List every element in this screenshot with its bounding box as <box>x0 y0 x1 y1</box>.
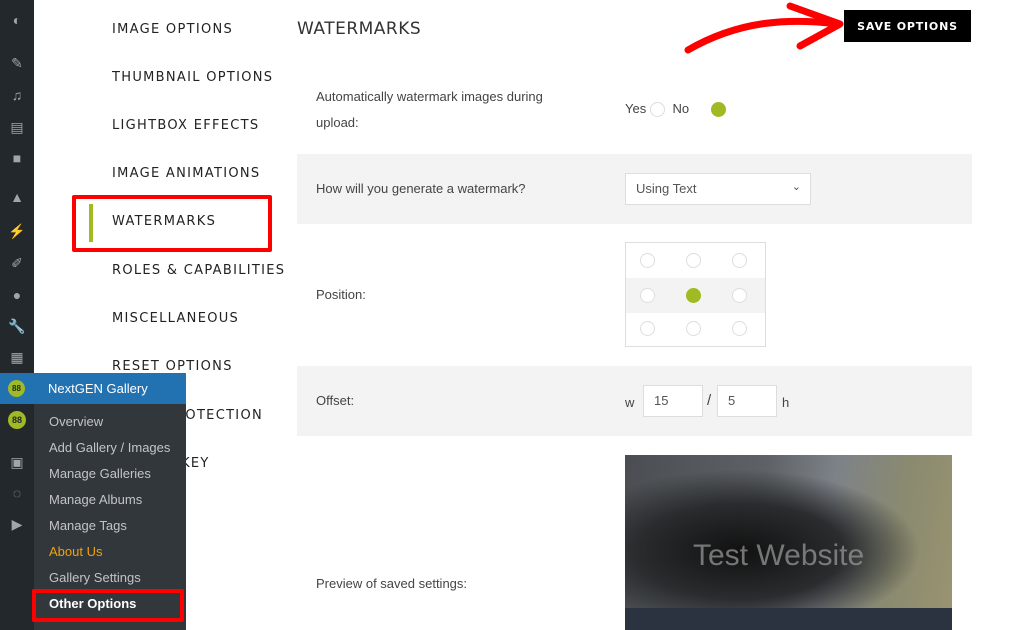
nav-thumbnail-options[interactable]: THUMBNAIL OPTIONS <box>112 70 273 85</box>
method-value: Using Text <box>636 181 697 196</box>
position-grid <box>625 242 766 347</box>
method-label: How will you generate a watermark? <box>316 181 526 196</box>
menu-manage-galleries[interactable]: Manage Galleries <box>49 466 151 481</box>
image-icon[interactable]: ▣ <box>8 453 26 471</box>
brush-icon[interactable]: ✐ <box>8 254 26 272</box>
pos-top-center[interactable] <box>686 253 701 268</box>
pos-top-right[interactable] <box>732 253 747 268</box>
nav-image-animations[interactable]: IMAGE ANIMATIONS <box>112 166 260 181</box>
wp-admin-sidebar: ◐ ✎ ♫ ▤ ■ ▲ ⚡ ✐ ● 🔧 ▦ 88 ▣ ◌ ▶ <box>0 0 34 630</box>
highlight-box-other-options <box>32 589 184 622</box>
settings-icon[interactable]: ▦ <box>8 348 26 366</box>
yes-label: Yes <box>625 101 647 116</box>
offset-w-input[interactable]: 15 <box>643 385 703 417</box>
menu-gallery-settings[interactable]: Gallery Settings <box>49 570 141 585</box>
highlight-box <box>72 195 272 252</box>
dashboard-icon[interactable]: ◐ <box>8 11 26 29</box>
nav-miscellaneous[interactable]: MISCELLANEOUS <box>112 311 239 326</box>
row-preview: Preview of saved settings: Test Website <box>297 436 972 630</box>
nextgen-menu-title: NextGEN Gallery <box>48 381 148 396</box>
menu-manage-albums[interactable]: Manage Albums <box>49 492 142 507</box>
pin-icon[interactable]: ✎ <box>8 54 26 72</box>
pos-middle-left[interactable] <box>640 288 655 303</box>
menu-overview[interactable]: Overview <box>49 414 103 429</box>
no-radio[interactable] <box>710 102 726 118</box>
watermark-preview-image: Test Website <box>625 455 952 630</box>
chevron-down-icon: ⌄ <box>791 181 801 193</box>
nav-image-options[interactable]: IMAGE OPTIONS <box>112 22 233 37</box>
yes-radio[interactable] <box>649 102 665 118</box>
menu-manage-tags[interactable]: Manage Tags <box>49 518 127 533</box>
users-icon[interactable]: ● <box>8 286 26 304</box>
save-options-button[interactable]: SAVE OPTIONS <box>844 10 971 42</box>
w-label: w <box>625 395 635 410</box>
nav-lightbox-effects[interactable]: LIGHTBOX EFFECTS <box>112 118 259 133</box>
offset-h-input[interactable]: 5 <box>717 385 777 417</box>
media-icon[interactable]: ♫ <box>8 86 26 104</box>
plugins-icon[interactable]: ⚡ <box>8 222 26 240</box>
sync-icon[interactable]: ◌ <box>8 484 26 502</box>
row-method: How will you generate a watermark? Using… <box>297 154 972 224</box>
comments-icon[interactable]: ■ <box>8 149 26 167</box>
pos-top-left[interactable] <box>640 253 655 268</box>
preview-label: Preview of saved settings: <box>316 576 468 591</box>
no-label: No <box>672 101 690 116</box>
offset-label: Offset: <box>316 393 355 408</box>
auto-watermark-label: Automatically watermark images during up… <box>316 89 543 130</box>
appearance-icon[interactable]: ▲ <box>8 188 26 206</box>
tools-icon[interactable]: 🔧 <box>8 317 26 335</box>
h-label: h <box>782 395 790 410</box>
pos-middle-center[interactable] <box>686 288 701 303</box>
method-select[interactable]: Using Text ⌄ <box>625 173 811 205</box>
menu-add-gallery[interactable]: Add Gallery / Images <box>49 440 170 455</box>
row-offset: Offset: w 15 / 5 h <box>297 366 972 436</box>
row-position: Position: <box>297 224 972 366</box>
nextgen-logo-icon: 88 <box>8 380 25 397</box>
watermark-text: Test Website <box>693 539 865 572</box>
pos-bottom-center[interactable] <box>686 321 701 336</box>
pages-icon[interactable]: ▤ <box>8 118 26 136</box>
red-arrow-annotation <box>684 2 844 54</box>
offset-separator: / <box>707 392 712 409</box>
page-title: WATERMARKS <box>297 19 422 39</box>
pos-bottom-right[interactable] <box>732 321 747 336</box>
nav-roles-capabilities[interactable]: ROLES & CAPABILITIES <box>112 263 285 278</box>
pos-middle-right[interactable] <box>732 288 747 303</box>
nav-reset-options[interactable]: RESET OPTIONS <box>112 359 233 374</box>
position-label: Position: <box>316 287 366 302</box>
play-icon[interactable]: ▶ <box>8 515 26 533</box>
menu-about-us[interactable]: About Us <box>49 544 102 559</box>
row-auto-watermark: Automatically watermark images during up… <box>297 66 972 154</box>
nextgen-icon[interactable]: 88 <box>8 411 26 429</box>
nextgen-menu-header[interactable]: 88 NextGEN Gallery <box>0 373 186 404</box>
pos-bottom-left[interactable] <box>640 321 655 336</box>
